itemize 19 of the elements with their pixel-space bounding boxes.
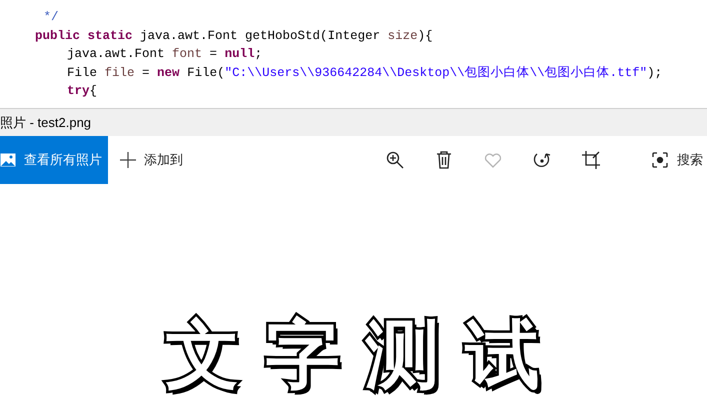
add-to-button[interactable]: 添加到 <box>120 150 183 170</box>
view-all-photos-button[interactable]: 查看所有照片 <box>0 136 108 184</box>
delete-button[interactable] <box>434 150 454 170</box>
code-line: File file = new File("C:\\Users\\936642284\\Desktop\\包图小白体\\包图小白体.ttf"); <box>67 66 662 80</box>
code-line: try{ <box>67 84 98 98</box>
crop-icon <box>581 150 601 170</box>
plus-icon <box>120 152 136 168</box>
trash-icon <box>434 150 454 170</box>
code-line: java.awt.Font font = null; <box>67 47 262 61</box>
code-line: public static java.awt.Font getHoboStd(Integer size){ <box>35 28 433 42</box>
zoom-in-icon <box>385 150 405 170</box>
image-text: 文字测试 <box>136 308 572 407</box>
code-line: */ <box>42 10 59 24</box>
zoom-button[interactable] <box>385 150 405 170</box>
window-title: 照片 - test2.png <box>0 114 92 132</box>
scan-icon <box>652 152 668 168</box>
crop-button[interactable] <box>581 150 601 170</box>
search-button[interactable]: 搜索 <box>652 150 703 170</box>
image-icon <box>0 152 16 168</box>
